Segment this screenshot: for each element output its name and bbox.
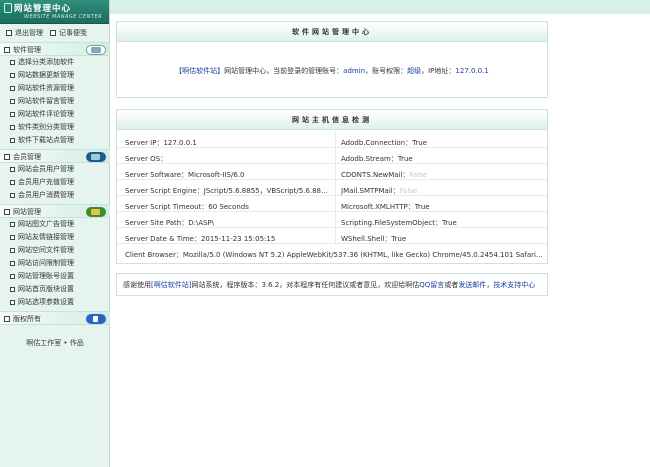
menu-item[interactable]: 网站友情链接管理 — [10, 231, 74, 244]
menu-item[interactable]: 网站软件留言管理 — [10, 95, 74, 108]
section-software[interactable]: 软件管理 — [0, 42, 110, 56]
host-info-cell: JMail.SMTPMail：False — [341, 187, 418, 195]
menu-item[interactable]: 软件下载站点管理 — [10, 134, 74, 147]
qq-link[interactable]: QQ留言 — [419, 281, 444, 289]
mail-link[interactable]: 发送邮件 — [458, 281, 486, 289]
welcome-text: 【啊估软件站】网站管理中心，当前登录的管理账号：admin，账号权限：超级，IP… — [175, 67, 489, 75]
host-info-cell: Scripting.FileSystemObject：True — [341, 219, 457, 227]
logo-title: 网站管理中心 — [14, 4, 72, 14]
host-info-cell: Server Software：Microsoft-IIS/6.0 — [125, 171, 245, 179]
menu-item[interactable]: 网站图文广告管理 — [10, 218, 74, 231]
info-icon — [86, 314, 106, 324]
host-info-cell: Adodb.Connection：True — [341, 139, 427, 147]
status-false: False — [399, 187, 418, 195]
checkbox-icon — [4, 47, 10, 53]
section-copyright[interactable]: 版权所有 — [0, 311, 110, 325]
status-false: False — [409, 171, 428, 179]
website-icon — [86, 207, 106, 217]
account-role: 超级 — [407, 67, 422, 75]
checkbox-icon — [6, 30, 12, 36]
section-members[interactable]: 会员管理 — [0, 149, 110, 163]
menu-item[interactable]: 网站首页版块设置 — [10, 283, 74, 296]
welcome-panel: 软件网站管理中心 【啊估软件站】网站管理中心，当前登录的管理账号：admin，账… — [116, 21, 548, 98]
checkbox-icon — [4, 154, 10, 160]
host-info-panel: 网站主机信息检测 Server IP：127.0.0.1 Adodb.Conne… — [116, 109, 548, 264]
menu-item[interactable]: 会员用户充值管理 — [10, 176, 74, 189]
host-info-cell: WShell.Shell：True — [341, 235, 407, 243]
checkbox-icon — [50, 30, 56, 36]
menu-item[interactable]: 网站软件资源管理 — [10, 82, 74, 95]
host-info-cell: Server OS： — [125, 155, 168, 163]
site-link[interactable]: 【啊估软件站】 — [175, 67, 224, 75]
panel-title: 软件网站管理中心 — [117, 22, 547, 42]
menu-item[interactable]: 网站管理账号设置 — [10, 270, 74, 283]
thanks-panel: 感谢使用[啊估软件站]网站系统，程序版本：3.6.2，对本程序有任何建议或者意见… — [116, 273, 548, 296]
members-icon — [86, 152, 106, 162]
host-info-cell: Server IP：127.0.0.1 — [125, 139, 197, 147]
notes-link[interactable]: 记事便笺 — [50, 26, 87, 40]
menu-item[interactable]: 网站数据更新管理 — [10, 69, 74, 82]
menu-item[interactable]: 网站空间文件管理 — [10, 244, 74, 257]
menu-item[interactable]: 网站会员用户管理 — [10, 163, 74, 176]
account-name: admin — [343, 67, 366, 75]
menu-item[interactable]: 软件类别分类管理 — [10, 121, 74, 134]
host-info-cell: Server Script Timeout：60 Seconds — [125, 203, 249, 211]
top-band — [110, 0, 650, 14]
panel-title: 网站主机信息检测 — [117, 110, 547, 130]
checkbox-icon — [4, 316, 10, 322]
client-browser: Client Browser：Mozilla/5.0 (Windows NT 5… — [125, 251, 543, 259]
host-info-cell: Server Script Engine：JScript/5.6.8855，VB… — [125, 187, 328, 195]
menu-item[interactable]: 网站软件评论管理 — [10, 108, 74, 121]
menu-item[interactable]: 网站访问限制管理 — [10, 257, 74, 270]
logo: 网站管理中心 WEBSITE MANAGE CENTER — [0, 0, 109, 24]
menu-item[interactable]: 选择分类添加软件 — [10, 56, 74, 69]
menu-item[interactable]: 会员用户消费管理 — [10, 189, 74, 202]
section-website[interactable]: 网站管理 — [0, 204, 110, 218]
sidebar-footer: 啊估工作室 • 作品 — [26, 339, 84, 347]
host-info-cell: Microsoft.XMLHTTP：True — [341, 203, 430, 211]
logo-subtitle: WEBSITE MANAGE CENTER — [24, 14, 103, 20]
logo-mark-icon — [4, 3, 12, 13]
thanks-text: 感谢使用[啊估软件站]网站系统，程序版本：3.6.2，对本程序有任何建议或者意见… — [123, 281, 536, 289]
sidebar: 网站管理中心 WEBSITE MANAGE CENTER 退出管理 记事便笺 软… — [0, 0, 110, 467]
support-link[interactable]: 技术支持中心 — [493, 281, 535, 289]
host-info-cell: Adodb.Stream：True — [341, 155, 413, 163]
host-info-cell: Server Date & Time：2015-11-23 15:05:15 — [125, 235, 276, 243]
ip-address: 127.0.0.1 — [455, 67, 489, 75]
menu-item[interactable]: 网站选项参数设置 — [10, 296, 74, 309]
site-link[interactable]: [啊估软件站] — [151, 281, 191, 289]
logout-link[interactable]: 退出管理 — [6, 26, 43, 40]
host-info-cell: Server Site Path：D:\ASP\ — [125, 219, 215, 227]
checkbox-icon — [4, 209, 10, 215]
host-info-cell: CDONTS.NewMail：False — [341, 171, 428, 179]
